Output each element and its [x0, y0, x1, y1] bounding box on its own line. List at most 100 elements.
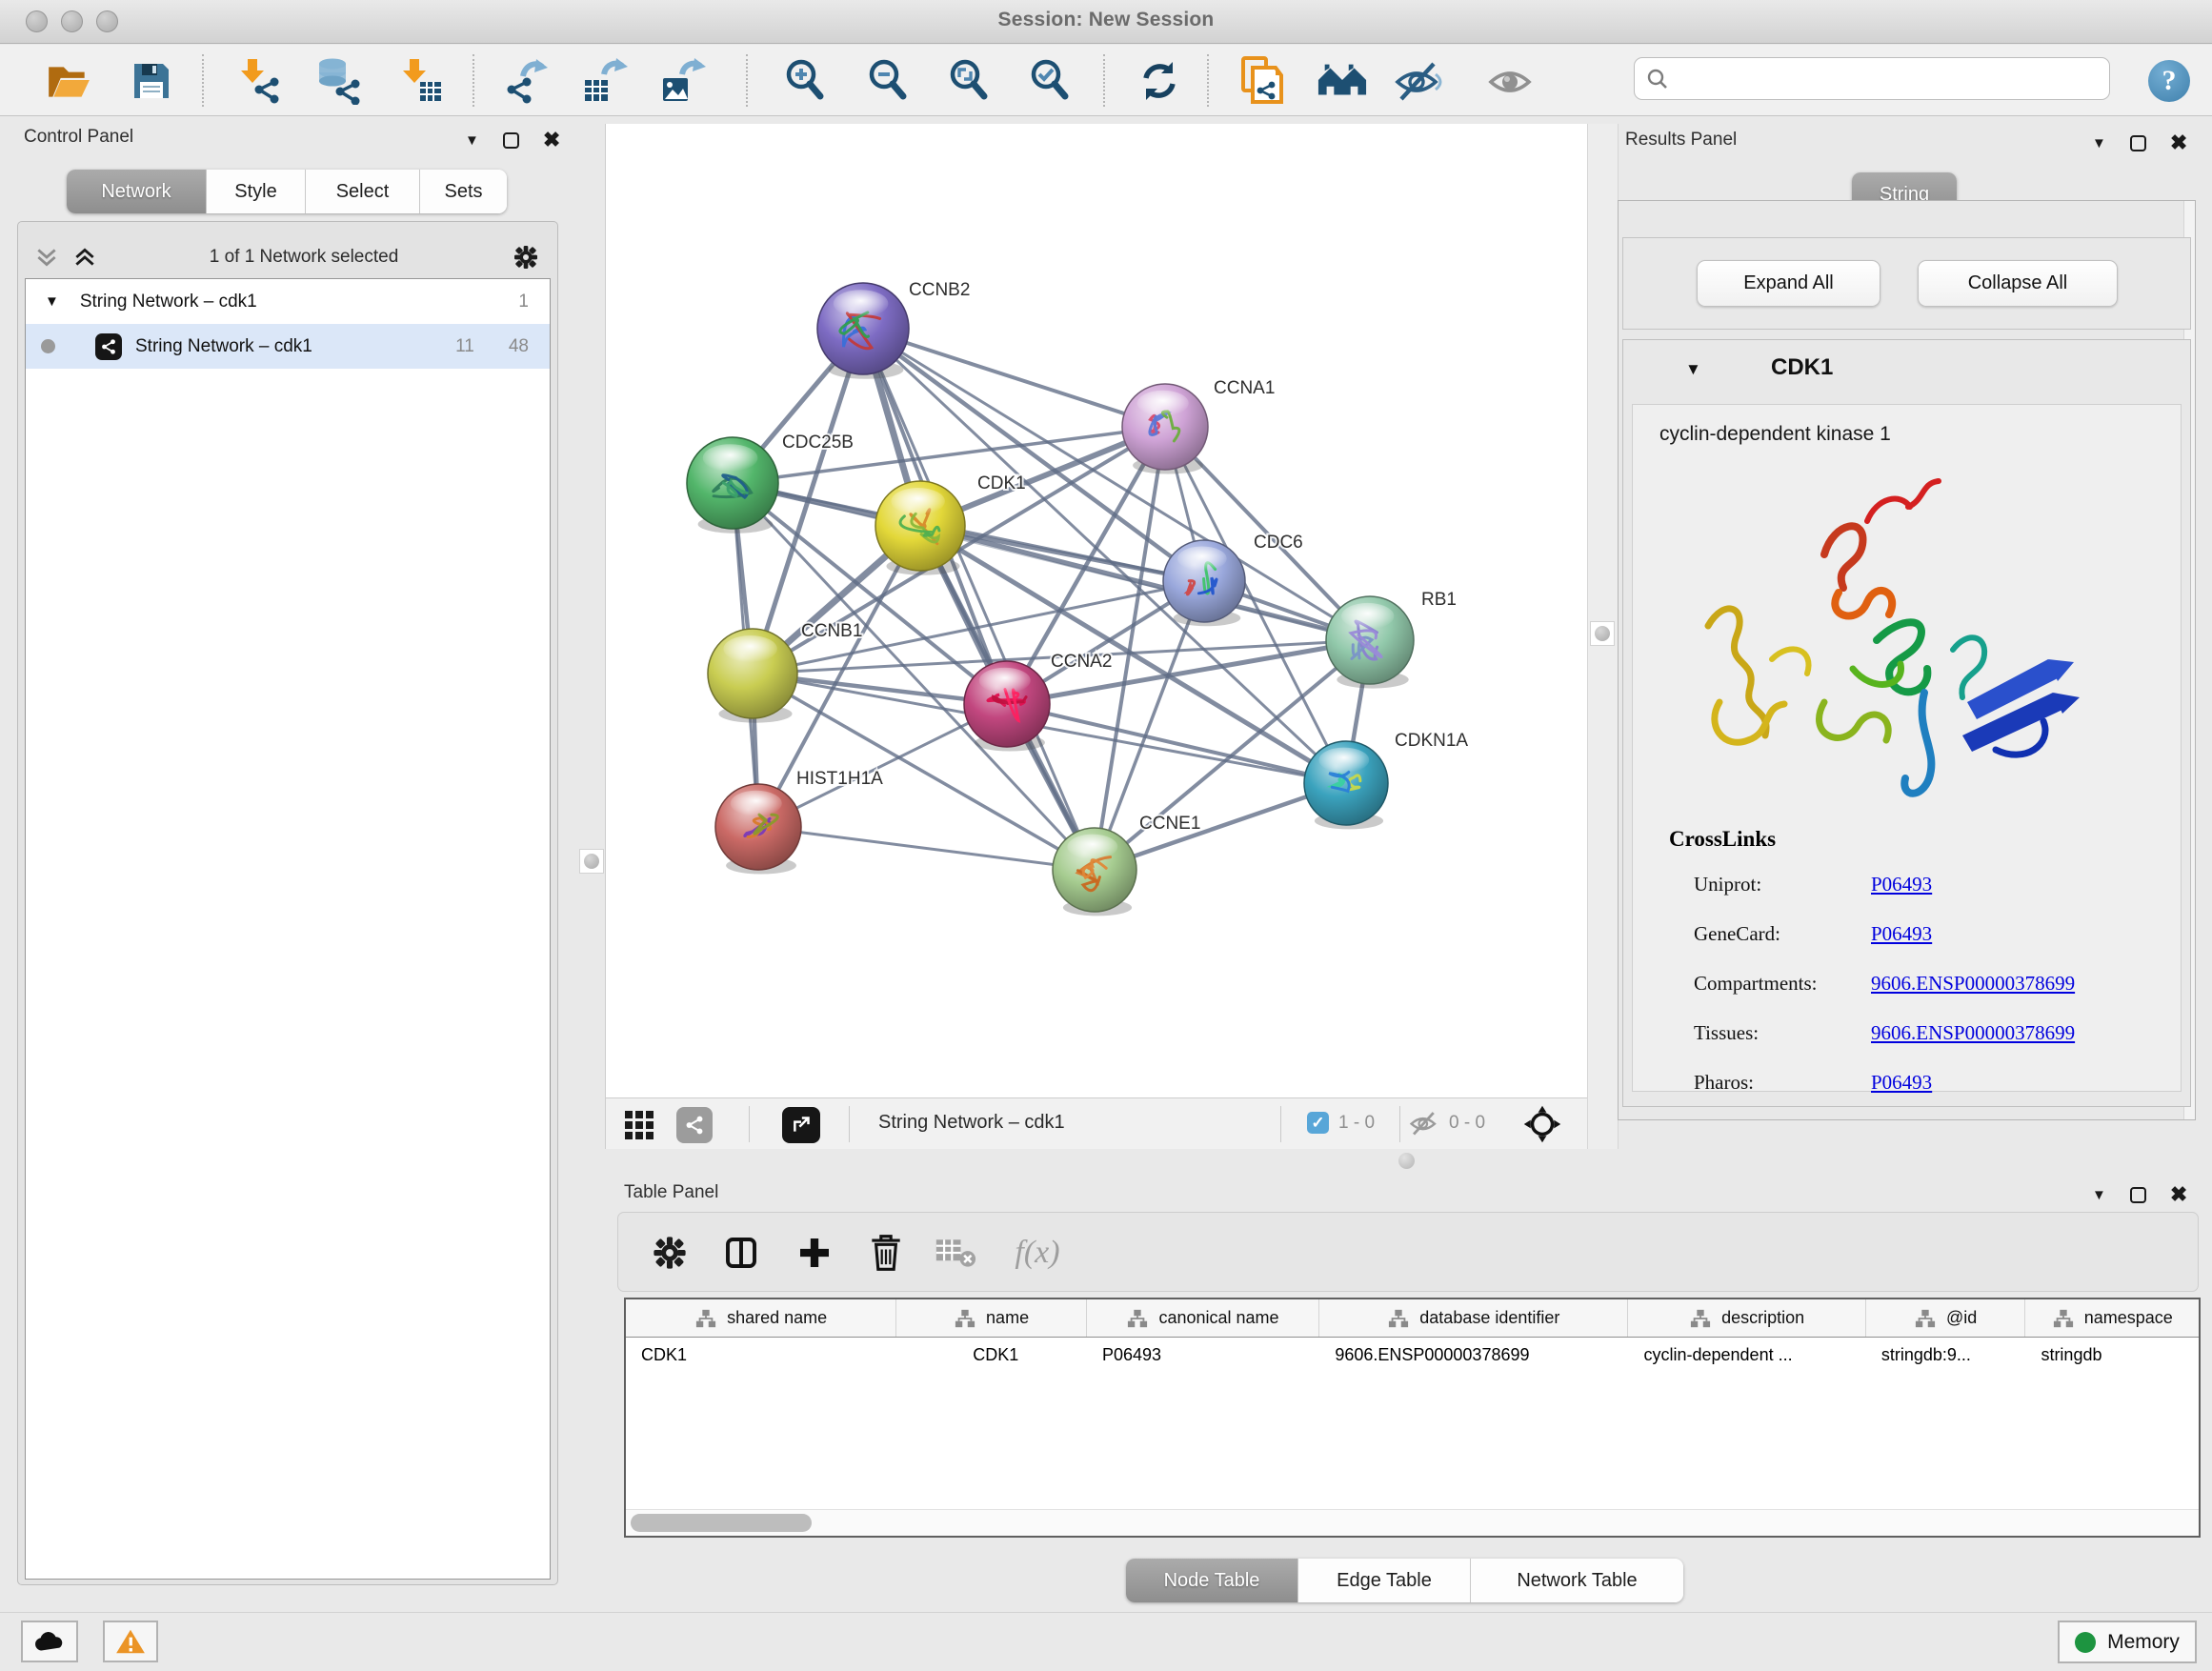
float-panel-icon[interactable]	[2130, 1187, 2146, 1203]
zoom-out-icon	[865, 57, 911, 105]
tab-sets[interactable]: Sets	[420, 170, 507, 213]
bottom-splitter-handle[interactable]	[1398, 1153, 1415, 1169]
table-options-gear-button[interactable]	[645, 1230, 694, 1276]
export-table-button[interactable]	[579, 57, 631, 105]
tab-select[interactable]: Select	[306, 170, 420, 213]
open-in-new-window-button[interactable]	[782, 1107, 820, 1143]
help-button[interactable]: ?	[2148, 60, 2190, 102]
column-header[interactable]: database identifier	[1319, 1299, 1628, 1337]
import-table-from-file-button[interactable]	[394, 57, 446, 105]
node-HIST1H1A[interactable]	[715, 784, 801, 875]
edge-CCNA2-CDKN1A[interactable]	[1007, 704, 1346, 783]
network-collection-row[interactable]: ▼ String Network – cdk1 1	[26, 279, 550, 324]
tab-node-table[interactable]: Node Table	[1126, 1559, 1298, 1602]
node-CDC6[interactable]	[1163, 540, 1245, 626]
grid-view-button[interactable]	[623, 1109, 655, 1146]
entry-collapse-icon[interactable]: ▼	[1685, 360, 1701, 379]
network-canvas[interactable]: CCNB2CCNA1CDC25BCDK1CDC6RB1CCNB1CCNA2CDK…	[606, 124, 1588, 1097]
crosslink-link[interactable]: P06493	[1871, 922, 1932, 946]
network-options-gear-icon[interactable]	[511, 242, 541, 272]
birds-eye-view-button[interactable]	[1522, 1104, 1562, 1149]
houses-button[interactable]	[1317, 57, 1368, 105]
column-header[interactable]: description	[1628, 1299, 1865, 1337]
node-label-CCNA2: CCNA2	[1051, 652, 1112, 672]
expand-all-button[interactable]: Expand All	[1697, 260, 1880, 307]
export-network-button[interactable]	[500, 57, 552, 105]
column-header[interactable]: name	[896, 1299, 1087, 1337]
panel-menu-icon[interactable]: ▼	[2092, 1187, 2106, 1203]
export-image-button[interactable]	[657, 57, 709, 105]
edge-CCNB2-CCNE1[interactable]	[863, 329, 1095, 870]
eye-icon	[1487, 59, 1537, 103]
selected-checkbox-icon[interactable]: ✓	[1307, 1112, 1329, 1134]
network-tree: ▼ String Network – cdk1 1 String Network…	[25, 278, 551, 1580]
panel-menu-icon[interactable]: ▼	[2092, 135, 2106, 151]
hide-selection-button[interactable]	[1393, 57, 1444, 105]
warnings-button[interactable]	[103, 1621, 158, 1662]
edge-CCNB2-RB1[interactable]	[863, 329, 1370, 640]
expand-all-icon[interactable]	[72, 245, 97, 270]
open-session-button[interactable]	[43, 57, 94, 105]
crosslink-link[interactable]: 9606.ENSP00000378699	[1871, 1021, 2075, 1045]
node-CCNE1[interactable]	[1053, 828, 1136, 916]
zoom-in-button[interactable]	[779, 57, 831, 105]
collection-expand-icon[interactable]: ▼	[45, 293, 59, 310]
table-horizontal-scrollbar[interactable]	[626, 1509, 2199, 1536]
crosslink-link[interactable]: 9606.ENSP00000378699	[1871, 972, 2075, 996]
import-network-from-database-button[interactable]	[312, 57, 364, 105]
delete-table-button[interactable]	[931, 1230, 980, 1276]
crosslink-link[interactable]: P06493	[1871, 873, 1932, 896]
tab-edge-table[interactable]: Edge Table	[1298, 1559, 1471, 1602]
scrollbar-thumb[interactable]	[631, 1514, 812, 1532]
cloud-status-button[interactable]	[21, 1621, 78, 1662]
export-image-icon	[659, 57, 707, 105]
node-CCNA1[interactable]	[1122, 384, 1208, 474]
hierarchy-icon	[694, 1308, 717, 1329]
column-header[interactable]: namespace	[2025, 1299, 2199, 1337]
refresh-view-button[interactable]	[1134, 57, 1185, 105]
node-CCNA2[interactable]	[964, 661, 1050, 752]
function-builder-button[interactable]: f(x)	[999, 1230, 1076, 1276]
column-header[interactable]: shared name	[626, 1299, 896, 1337]
import-network-from-file-button[interactable]	[233, 57, 285, 105]
close-panel-icon[interactable]: ✖	[2170, 1184, 2187, 1205]
show-eye-button[interactable]	[1486, 57, 1538, 105]
column-header[interactable]: @id	[1866, 1299, 2026, 1337]
save-icon	[130, 59, 173, 103]
save-session-button[interactable]	[126, 57, 177, 105]
panel-menu-icon[interactable]: ▼	[465, 132, 479, 149]
title-bar: Session: New Session	[0, 0, 2212, 44]
float-panel-icon[interactable]	[503, 132, 519, 149]
show-columns-button[interactable]	[716, 1230, 766, 1276]
zoom-out-button[interactable]	[862, 57, 914, 105]
zoom-fit-button[interactable]	[943, 57, 995, 105]
search-input[interactable]	[1634, 57, 2110, 100]
float-panel-icon[interactable]	[2130, 135, 2146, 151]
collapse-all-icon[interactable]	[34, 245, 59, 270]
close-panel-icon[interactable]: ✖	[543, 130, 560, 151]
crosslink-link[interactable]: P06493	[1871, 1071, 1932, 1095]
column-header[interactable]: canonical name	[1087, 1299, 1319, 1337]
tab-style[interactable]: Style	[207, 170, 306, 213]
right-splitter-handle[interactable]	[1590, 621, 1615, 646]
node-CDK1[interactable]	[875, 481, 965, 575]
table-row[interactable]: CDK1 CDK1 P06493 9606.ENSP00000378699 cy…	[626, 1338, 2199, 1376]
delete-column-button[interactable]	[861, 1230, 911, 1276]
network-overview-button[interactable]	[676, 1107, 713, 1143]
close-panel-icon[interactable]: ✖	[2170, 132, 2187, 153]
edge-CCNB2-CCNA1[interactable]	[863, 329, 1165, 427]
memory-button[interactable]: Memory	[2058, 1621, 2197, 1663]
collapse-all-button[interactable]: Collapse All	[1918, 260, 2118, 307]
node-CDC25B[interactable]	[687, 437, 778, 534]
node-CDKN1A[interactable]	[1304, 741, 1388, 829]
clone-network-button[interactable]	[1237, 57, 1288, 105]
tab-network-table[interactable]: Network Table	[1471, 1559, 1683, 1602]
network-row-selected[interactable]: String Network – cdk1 11 48	[26, 324, 550, 369]
zoom-selected-button[interactable]	[1024, 57, 1076, 105]
left-splitter-handle[interactable]	[579, 849, 604, 874]
tab-network[interactable]: Network	[67, 170, 207, 213]
node-CCNB1[interactable]	[708, 629, 797, 723]
node-RB1[interactable]	[1326, 596, 1414, 689]
edge-HIST1H1A-CCNE1[interactable]	[758, 827, 1095, 870]
add-column-button[interactable]	[790, 1230, 839, 1276]
